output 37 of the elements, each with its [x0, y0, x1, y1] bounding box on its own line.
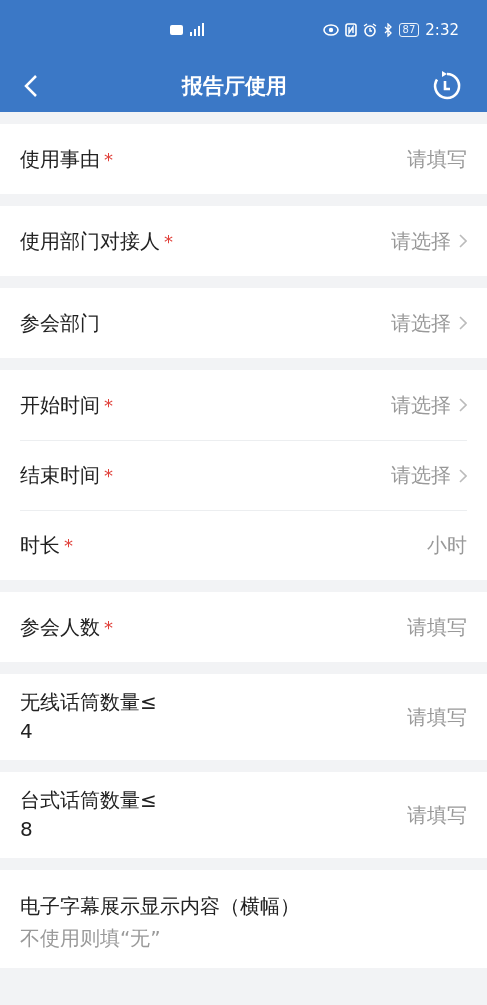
required-mark: * — [104, 465, 113, 486]
page-title: 报告厅使用 — [182, 73, 287, 100]
field-label: 结束时间 * — [20, 462, 113, 489]
select-field[interactable]: 请选择 — [391, 309, 467, 337]
bluetooth-icon — [382, 23, 393, 37]
field-label: 无线话筒数量≤ 4 — [20, 689, 157, 745]
field-label: 使用事由 * — [20, 145, 113, 173]
text-field[interactable]: 不使用则填“无” — [20, 925, 467, 952]
field-label: 时长 * — [20, 532, 73, 559]
required-mark: * — [104, 394, 113, 416]
field-label: 参会部门 — [20, 309, 100, 337]
select-field[interactable]: 请选择 — [391, 227, 467, 255]
chevron-right-icon — [459, 468, 467, 483]
status-time: 2:32 — [425, 21, 459, 39]
field-label: 台式话筒数量≤ 8 — [20, 787, 157, 843]
input-field[interactable]: 请填写 — [407, 801, 467, 829]
select-field[interactable]: 请选择 — [391, 462, 467, 489]
input-field[interactable]: 请填写 — [407, 703, 467, 731]
field-label: 使用部门对接人 * — [20, 227, 173, 255]
battery-icon: 87 — [398, 23, 420, 37]
field-label: 参会人数 * — [20, 613, 113, 641]
input-field[interactable]: 请填写 — [407, 613, 467, 641]
required-mark: * — [64, 535, 73, 556]
input-field[interactable]: 请填写 — [407, 145, 467, 173]
required-mark: * — [164, 230, 173, 252]
alarm-icon — [362, 23, 377, 37]
required-mark: * — [104, 616, 113, 638]
select-field[interactable]: 请选择 — [391, 391, 467, 419]
nfc-icon — [344, 23, 357, 37]
unit-label: 小时 — [427, 532, 467, 559]
field-label: 电子字幕展示显示内容（横幅） — [20, 893, 301, 920]
field-label: 开始时间 * — [20, 391, 113, 419]
required-mark: * — [104, 148, 113, 170]
chevron-right-icon — [459, 234, 467, 248]
chevron-right-icon — [459, 398, 467, 412]
eye-icon — [322, 24, 339, 36]
chevron-right-icon — [459, 316, 467, 330]
